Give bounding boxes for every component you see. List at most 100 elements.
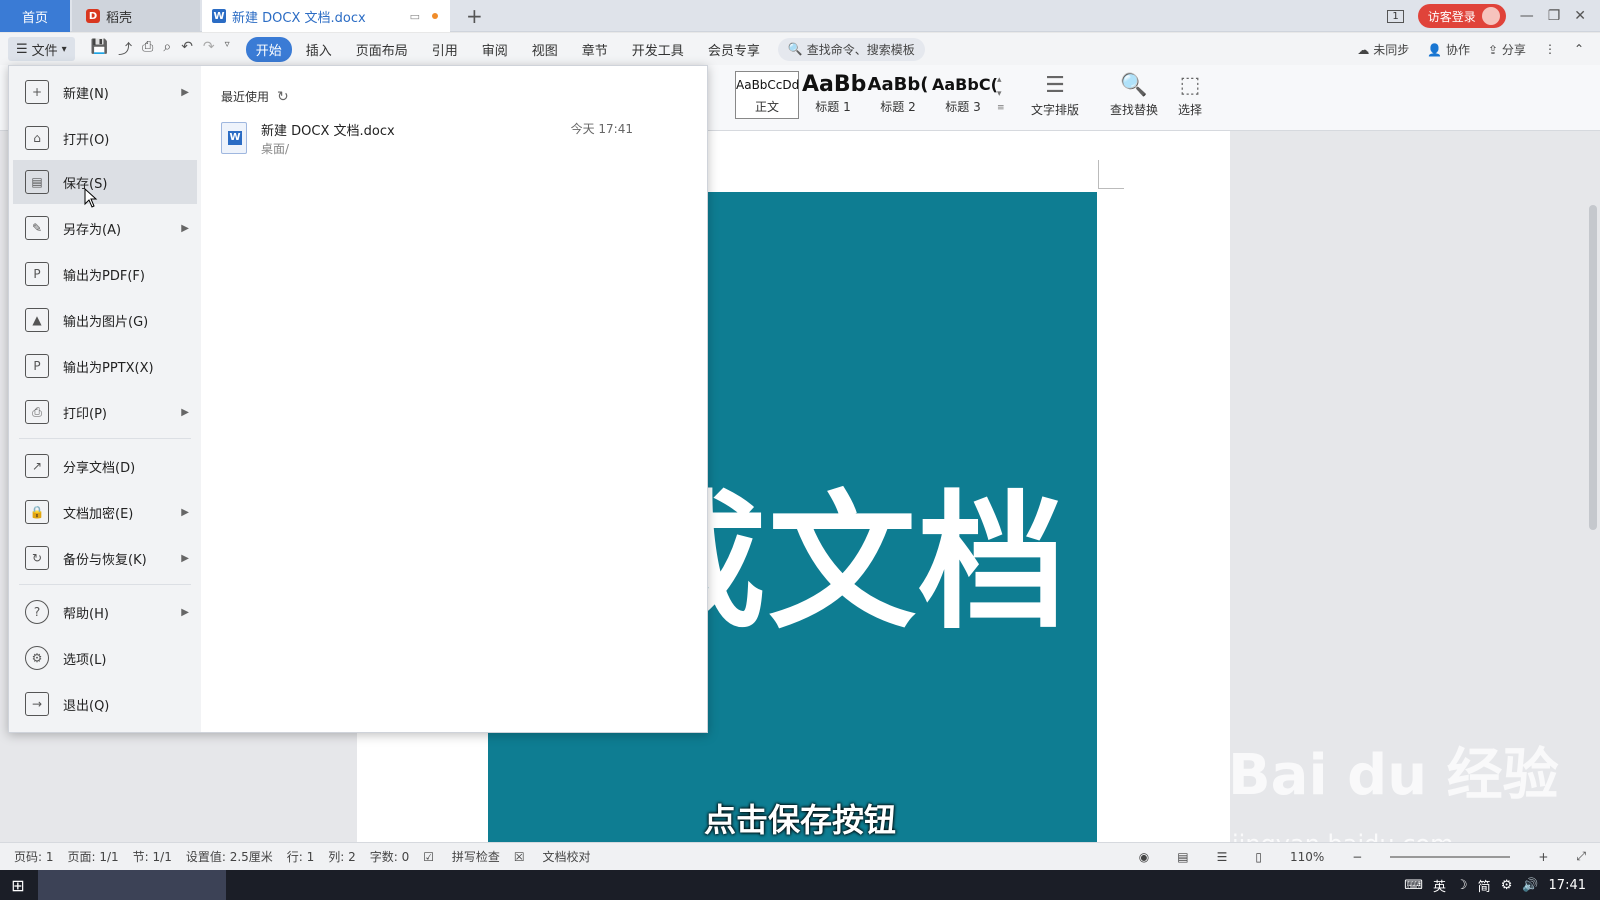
tab-references[interactable]: 引用: [422, 37, 468, 62]
ribbon-menubar: ☰ 文件 ▾ 💾 ⤴ ⎙ ⌕ ↶ ↷ ▿ 开始 插入 页面布局 引用 审阅 视图…: [0, 33, 1600, 65]
tab-developer[interactable]: 开发工具: [622, 37, 694, 62]
tab-review[interactable]: 审阅: [472, 37, 518, 62]
collab-button[interactable]: 👤 协作: [1427, 41, 1470, 58]
status-words[interactable]: 字数: 0: [370, 848, 410, 865]
status-bar: 页码: 1 页面: 1/1 节: 1/1 设置值: 2.5厘米 行: 1 列: …: [0, 842, 1600, 870]
menu-item-options[interactable]: ⚙ 选项(L): [13, 636, 197, 680]
menu-item-share[interactable]: ↗ 分享文档(D): [13, 444, 197, 488]
save-icon: ▤: [25, 170, 49, 194]
moon-icon[interactable]: ☽: [1456, 878, 1468, 893]
fullscreen-icon[interactable]: ⤢: [1576, 849, 1586, 864]
menu-item-exit[interactable]: → 退出(Q): [13, 682, 197, 726]
scrollbar-thumb[interactable]: [1589, 205, 1597, 530]
preview-icon[interactable]: ⌕: [163, 39, 171, 59]
recent-files-title: 最近使用 ↻: [221, 88, 289, 105]
menu-item-open-label: 打开(O): [63, 132, 110, 148]
menu-item-save[interactable]: ▤ 保存(S): [13, 160, 197, 204]
zoom-level[interactable]: 110%: [1290, 850, 1324, 864]
menu-item-new[interactable]: + 新建(N) ▶: [13, 70, 197, 114]
menu-item-export-image[interactable]: ▲ 输出为图片(G): [13, 298, 197, 342]
refresh-icon[interactable]: ↻: [277, 89, 289, 105]
print-icon[interactable]: ⎙: [142, 39, 153, 59]
tab-document[interactable]: W 新建 DOCX 文档.docx ▭: [202, 0, 450, 32]
menu-item-backup[interactable]: ↻ 备份与恢复(K) ▶: [13, 536, 197, 580]
status-right-controls: ◉ ▤ ☰ ▯ 110% − + ⤢: [1125, 849, 1586, 864]
settings-icon[interactable]: ⚙: [1501, 878, 1513, 893]
collapse-ribbon-icon[interactable]: ⌃: [1574, 42, 1584, 56]
reading-view-icon[interactable]: ▯: [1255, 850, 1262, 864]
style-heading-1[interactable]: AaBb 标题 1: [801, 71, 866, 119]
keyboard-icon[interactable]: ⌨: [1404, 878, 1423, 893]
proofread-button[interactable]: ☒ 文档校对: [514, 848, 591, 865]
menu-item-export-pptx[interactable]: P 输出为PPTX(X): [13, 344, 197, 388]
menu-item-options-label: 选项(L): [63, 652, 107, 668]
select-button[interactable]: ⬚ 选择: [1160, 71, 1220, 118]
login-button[interactable]: 访客登录: [1417, 4, 1506, 28]
share-label: 分享: [1501, 42, 1526, 57]
spell-check-button[interactable]: ☑ 拼写检查: [423, 848, 500, 865]
share-button[interactable]: ⇪ 分享: [1488, 41, 1526, 58]
avatar: [1481, 7, 1500, 25]
file-menu-button[interactable]: ☰ 文件 ▾: [8, 37, 75, 61]
menu-item-help[interactable]: ? 帮助(H) ▶: [13, 590, 197, 634]
quick-access-toolbar: 💾 ⤴ ⎙ ⌕ ↶ ↷ ▿: [91, 39, 230, 59]
save-as-icon: ✎: [25, 216, 49, 240]
word-doc-icon: W: [212, 9, 226, 23]
sync-button[interactable]: ☁ 未同步: [1357, 41, 1409, 58]
command-search-input[interactable]: 🔍 查找命令、搜索模板: [777, 37, 925, 61]
zoom-out-button[interactable]: −: [1352, 850, 1362, 864]
menu-item-encrypt[interactable]: 🔒 文档加密(E) ▶: [13, 490, 197, 534]
style-heading-3[interactable]: AaBbC( 标题 3: [931, 71, 998, 119]
clock[interactable]: 17:41: [1549, 878, 1586, 893]
export-icon[interactable]: ⤴: [118, 39, 132, 59]
status-setting: 设置值: 2.5厘米: [185, 850, 273, 864]
style-heading-2[interactable]: AaBb( 标题 2: [866, 71, 930, 119]
vertical-scrollbar[interactable]: [1586, 135, 1600, 835]
zoom-slider[interactable]: [1390, 855, 1511, 858]
tab-start[interactable]: 开始: [245, 36, 292, 62]
tab-view[interactable]: 视图: [522, 37, 568, 62]
tab-daoke[interactable]: D 稻壳: [72, 0, 200, 32]
menu-item-export-pdf[interactable]: P 输出为PDF(F): [13, 252, 197, 296]
layout-icon[interactable]: 1: [1387, 9, 1404, 23]
minimize-button[interactable]: —: [1520, 8, 1534, 24]
taskbar-app-wps[interactable]: [38, 870, 226, 900]
eye-protect-icon[interactable]: ◉: [1139, 850, 1149, 864]
recent-file-item[interactable]: W 新建 DOCX 文档.docx 桌面/ 今天 17:41: [221, 118, 633, 160]
tab-chapter[interactable]: 章节: [572, 37, 618, 62]
save-icon[interactable]: 💾: [91, 39, 108, 59]
windows-start-icon[interactable]: ⊞: [0, 870, 36, 900]
menu-item-print-label: 打印(P): [63, 406, 107, 422]
undo-icon[interactable]: ↶: [181, 39, 193, 59]
tab-home[interactable]: 首页: [0, 0, 70, 32]
tab-member[interactable]: 会员专享: [698, 37, 770, 62]
menu-item-print[interactable]: ⎙ 打印(P) ▶: [13, 390, 197, 434]
restore-button[interactable]: ❐: [1548, 8, 1561, 24]
zoom-in-button[interactable]: +: [1538, 850, 1548, 864]
volume-icon[interactable]: 🔊: [1522, 878, 1538, 893]
hamburger-icon: ☰: [16, 41, 28, 57]
customize-icon[interactable]: ▿: [225, 39, 230, 59]
pdf-icon: P: [25, 262, 49, 286]
ime-mode[interactable]: 英: [1433, 876, 1446, 895]
menu-item-open[interactable]: ⌂ 打开(O): [13, 116, 197, 160]
tab-layout[interactable]: 页面布局: [346, 37, 418, 62]
style-normal[interactable]: AaBbCcDd 正文: [735, 71, 799, 119]
ime-simplified[interactable]: 简: [1478, 876, 1491, 895]
outline-view-icon[interactable]: ☰: [1217, 850, 1228, 864]
redo-icon[interactable]: ↷: [203, 39, 215, 59]
new-tab-button[interactable]: +: [466, 4, 483, 28]
menu-item-save-as[interactable]: ✎ 另存为(A) ▶: [13, 206, 197, 250]
close-button[interactable]: ✕: [1574, 8, 1586, 24]
more-icon[interactable]: ⋮: [1544, 42, 1556, 56]
submenu-arrow-icon: ▶: [181, 222, 189, 234]
find-replace-button[interactable]: 🔍 查找替换: [1104, 71, 1164, 118]
tab-insert[interactable]: 插入: [296, 37, 342, 62]
screen-icon[interactable]: ▭: [410, 10, 420, 23]
style-scroll-icon[interactable]: ▴ ▾ ≡: [997, 73, 1005, 115]
page-view-icon[interactable]: ▤: [1177, 850, 1188, 864]
text-layout-button[interactable]: ☰ 文字排版: [1025, 71, 1085, 118]
file-menu-dropdown: + 新建(N) ▶ ⌂ 打开(O) ▤ 保存(S) ✎ 另存为(A) ▶ P 输…: [8, 65, 708, 733]
gear-icon: ⚙: [25, 646, 49, 670]
status-row: 行: 1: [286, 850, 315, 864]
